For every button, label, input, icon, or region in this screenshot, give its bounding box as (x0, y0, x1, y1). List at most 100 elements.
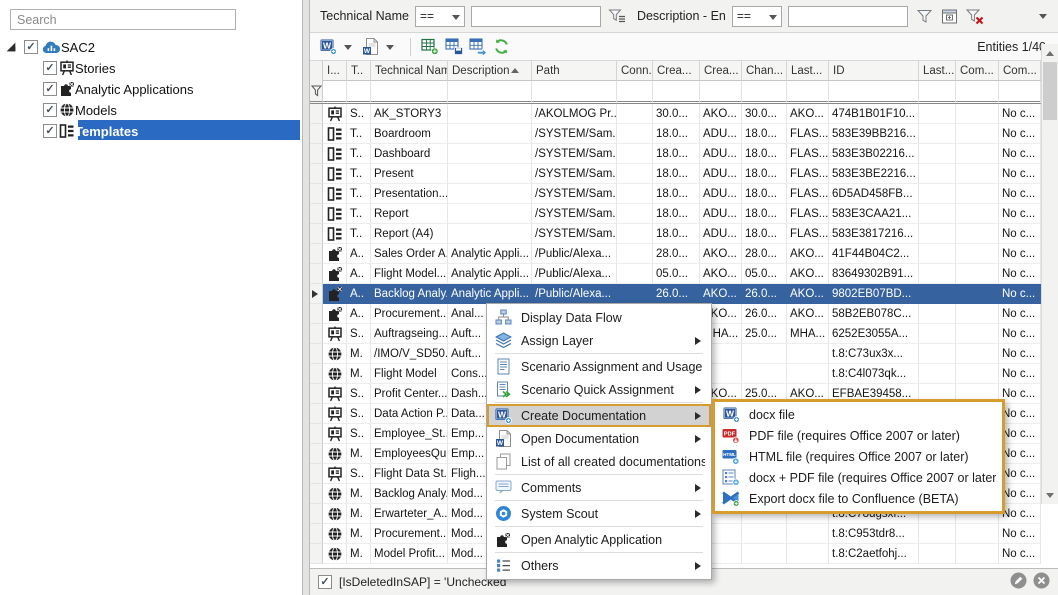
column-header-crea2[interactable]: Crea... (700, 61, 742, 81)
table-row[interactable]: T..Boardroom/SYSTEM/Sam...18.0...ADU...1… (310, 124, 1058, 144)
cell-id[interactable]: 83649302B91... (829, 264, 919, 284)
cell-last1[interactable] (787, 364, 829, 384)
cell-t[interactable]: A.. (347, 284, 371, 304)
cell-t[interactable]: T.. (347, 204, 371, 224)
cell-path[interactable]: /AKOLMOG Pr... (532, 104, 617, 124)
column-header-last2[interactable]: Last... (919, 61, 956, 81)
cell-com2[interactable]: No c... (999, 124, 1041, 144)
cell-com2[interactable]: No c... (999, 284, 1041, 304)
cell-com2[interactable]: No c... (999, 324, 1041, 344)
cell-id[interactable]: 583E3817216... (829, 224, 919, 244)
grid-filter-row[interactable] (310, 81, 1058, 104)
cell-name[interactable]: Sales Order A... (371, 244, 448, 264)
auto-filter-cell-path[interactable] (532, 81, 617, 104)
menu-item-scenario-quick-assignment[interactable]: Scenario Quick Assignment (487, 378, 711, 401)
cell-last2[interactable] (919, 144, 956, 164)
column-header-desc[interactable]: Description (448, 61, 532, 81)
cell-t[interactable]: M. (347, 364, 371, 384)
cell-desc[interactable] (448, 164, 532, 184)
cell-com1[interactable] (956, 544, 999, 564)
cell-icon[interactable] (323, 344, 347, 364)
menu-item-create-documentation[interactable]: WCreate Documentation (487, 404, 711, 427)
column-header-last1[interactable]: Last... (787, 61, 829, 81)
cell-desc[interactable] (448, 184, 532, 204)
submenu-item-docx-file[interactable]: Wdocx file (715, 404, 1002, 425)
cell-com2[interactable]: No c... (999, 104, 1041, 124)
cell-com1[interactable] (956, 344, 999, 364)
cell-t[interactable]: A.. (347, 304, 371, 324)
cell-com2[interactable]: No c... (999, 264, 1041, 284)
close-filter-icon[interactable] (1033, 572, 1050, 592)
cell-name[interactable]: Present (371, 164, 448, 184)
cell-desc[interactable] (448, 124, 532, 144)
cell-com1[interactable] (956, 164, 999, 184)
cell-t[interactable]: T.. (347, 224, 371, 244)
cell-path[interactable]: /Public/Alexa... (532, 244, 617, 264)
cell-id[interactable]: t.8:C953tdr8... (829, 524, 919, 544)
cell-name[interactable]: Boardroom (371, 124, 448, 144)
cell-conn[interactable] (617, 224, 653, 244)
technical-name-filter-input[interactable] (471, 6, 601, 27)
cell-name[interactable]: Procurement... (371, 524, 448, 544)
submenu-item-html-file-requires-office-2007-or-later-[interactable]: HTMLHTML file (requires Office 2007 or l… (715, 446, 1002, 467)
edit-filter-icon[interactable] (1010, 572, 1027, 592)
cell-name[interactable]: Presentation... (371, 184, 448, 204)
cell-crea2[interactable]: AKO... (700, 264, 742, 284)
cell-path[interactable]: /SYSTEM/Sam... (532, 204, 617, 224)
cell-conn[interactable] (617, 244, 653, 264)
cell-chan[interactable]: 18.0... (742, 124, 787, 144)
cell-name[interactable]: Employee_St... (371, 424, 448, 444)
cell-crea2[interactable]: ADU... (700, 224, 742, 244)
cell-id[interactable]: 474B1B01F10... (829, 104, 919, 124)
table-row[interactable]: T..Report/SYSTEM/Sam...18.0...ADU...18.0… (310, 204, 1058, 224)
cell-com2[interactable]: No c... (999, 444, 1041, 464)
cell-crea1[interactable]: 18.0... (653, 144, 700, 164)
cell-icon[interactable] (323, 124, 347, 144)
cell-name[interactable]: Flight Model... (371, 264, 448, 284)
save-grid-layout-button[interactable] (443, 36, 465, 58)
cell-icon[interactable] (323, 304, 347, 324)
cell-name[interactable]: Report (371, 204, 448, 224)
column-header-conn[interactable]: Conn... (617, 61, 653, 81)
cell-chan[interactable]: 18.0... (742, 164, 787, 184)
cell-name[interactable]: Flight Model (371, 364, 448, 384)
cell-last1[interactable]: FLAS... (787, 124, 829, 144)
cell-id[interactable]: 583E39BB216... (829, 124, 919, 144)
cell-com1[interactable] (956, 524, 999, 544)
word-document-button[interactable]: W (360, 36, 381, 58)
cell-com2[interactable]: No c... (999, 424, 1041, 444)
cell-crea2[interactable]: ADU... (700, 204, 742, 224)
tree-checkbox[interactable] (43, 82, 57, 96)
menu-item-comments[interactable]: Comments (487, 476, 711, 499)
cell-desc[interactable] (448, 204, 532, 224)
cell-t[interactable]: M. (347, 344, 371, 364)
cell-t[interactable]: T.. (347, 144, 371, 164)
cell-com2[interactable]: No c... (999, 484, 1041, 504)
column-header-id[interactable]: ID (829, 61, 919, 81)
cell-icon[interactable] (323, 284, 347, 304)
cell-crea2[interactable]: AKO... (700, 244, 742, 264)
cell-name[interactable]: Model Profit... (371, 544, 448, 564)
auto-filter-cell-last2[interactable] (919, 81, 956, 104)
cell-crea1[interactable]: 26.0... (653, 284, 700, 304)
cell-icon[interactable] (323, 204, 347, 224)
cell-chan[interactable]: 18.0... (742, 184, 787, 204)
cell-desc[interactable] (448, 224, 532, 244)
cell-com1[interactable] (956, 264, 999, 284)
tree-checkbox[interactable] (24, 40, 38, 54)
cell-path[interactable]: /SYSTEM/Sam... (532, 164, 617, 184)
scroll-up-button[interactable] (1042, 44, 1058, 61)
cell-com2[interactable]: No c... (999, 164, 1041, 184)
cell-name[interactable]: AK_STORY3 (371, 104, 448, 124)
apply-filter-icon[interactable] (914, 5, 936, 27)
cell-last2[interactable] (919, 344, 956, 364)
auto-filter-cell-t[interactable] (347, 81, 371, 104)
cell-last2[interactable] (919, 524, 956, 544)
cell-path[interactable]: /SYSTEM/Sam... (532, 144, 617, 164)
cell-last2[interactable] (919, 544, 956, 564)
cell-last2[interactable] (919, 244, 956, 264)
cell-com2[interactable]: No c... (999, 404, 1041, 424)
cell-last1[interactable] (787, 524, 829, 544)
cell-last2[interactable] (919, 224, 956, 244)
cell-chan[interactable] (742, 524, 787, 544)
